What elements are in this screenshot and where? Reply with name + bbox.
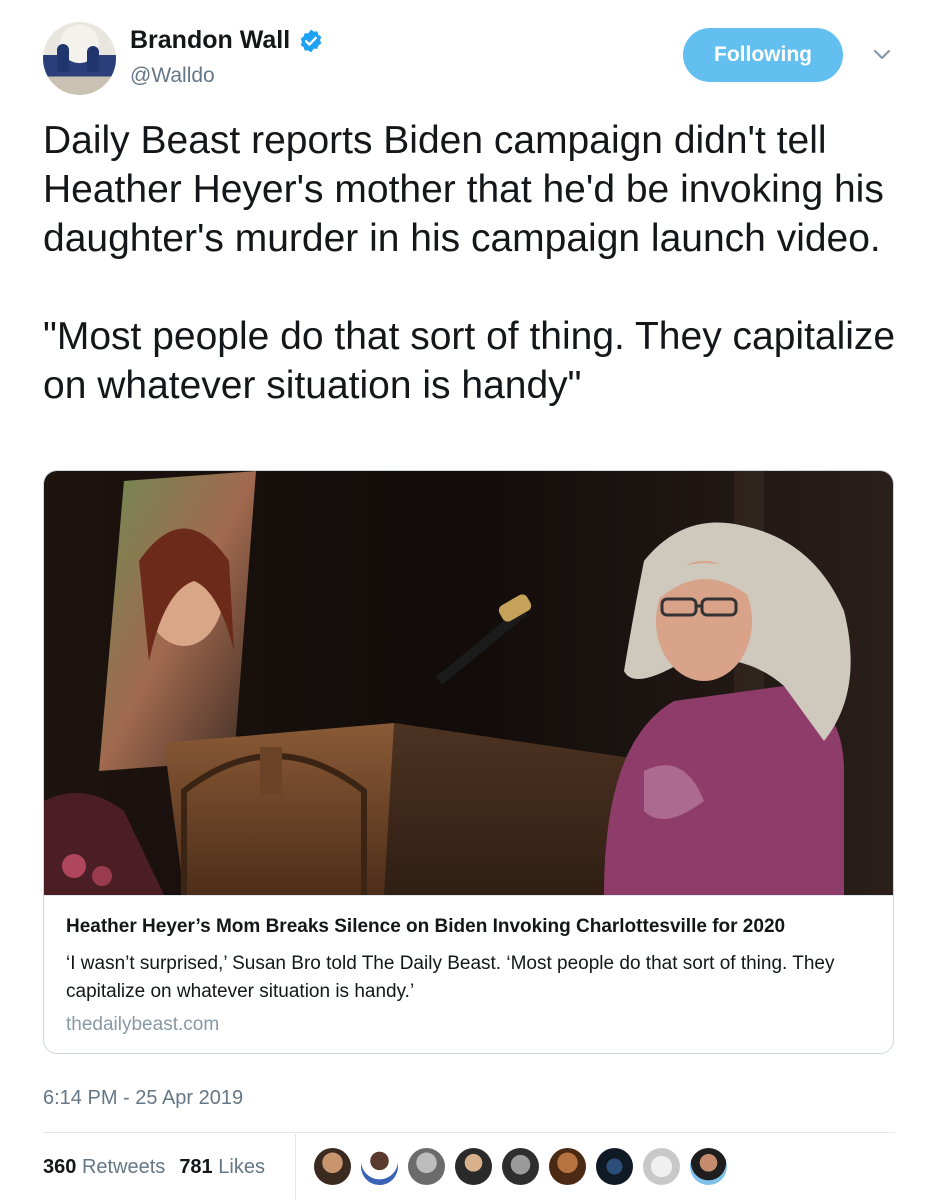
liker-avatars (314, 1148, 737, 1185)
author-handle[interactable]: @Walldo (130, 64, 215, 88)
author-name[interactable]: Brandon Wall (130, 26, 290, 55)
likes-count[interactable]: 781 (179, 1156, 212, 1179)
tweet-timestamp[interactable]: 6:14 PM - 25 Apr 2019 (43, 1087, 243, 1110)
card-image[interactable] (44, 471, 893, 895)
liker-avatar[interactable] (361, 1148, 398, 1185)
liker-avatar[interactable] (502, 1148, 539, 1185)
tweet-paragraph: "Most people do that sort of thing. They… (43, 315, 896, 407)
link-card[interactable]: Heather Heyer’s Mom Breaks Silence on Bi… (43, 470, 894, 1054)
author-avatar[interactable] (43, 22, 116, 95)
stats-divider (295, 1134, 296, 1200)
liker-avatar[interactable] (596, 1148, 633, 1185)
card-body[interactable]: Heather Heyer’s Mom Breaks Silence on Bi… (44, 895, 893, 1053)
liker-avatar[interactable] (643, 1148, 680, 1185)
retweets-label[interactable]: Retweets (82, 1156, 165, 1179)
card-title[interactable]: Heather Heyer’s Mom Breaks Silence on Bi… (66, 916, 785, 938)
tweet-text: Daily Beast reports Biden campaign didn'… (43, 116, 903, 410)
chevron-down-icon[interactable] (872, 48, 892, 62)
liker-avatar[interactable] (455, 1148, 492, 1185)
liker-avatar[interactable] (408, 1148, 445, 1185)
likes-label[interactable]: Likes (218, 1156, 265, 1179)
tweet-paragraph: Daily Beast reports Biden campaign didn'… (43, 119, 884, 260)
tweet-stats: 360 Retweets 781 Likes (43, 1156, 265, 1179)
liker-avatar[interactable] (314, 1148, 351, 1185)
card-description: ‘I wasn’t surprised,’ Susan Bro told The… (66, 953, 835, 1002)
following-button[interactable]: Following (683, 28, 843, 82)
card-domain[interactable]: thedailybeast.com (66, 1014, 219, 1036)
liker-avatar[interactable] (690, 1148, 727, 1185)
author-name-row: Brandon Wall (130, 26, 324, 55)
retweets-count[interactable]: 360 (43, 1156, 76, 1179)
liker-avatar[interactable] (549, 1148, 586, 1185)
divider (43, 1132, 895, 1133)
verified-badge-icon (301, 29, 322, 52)
